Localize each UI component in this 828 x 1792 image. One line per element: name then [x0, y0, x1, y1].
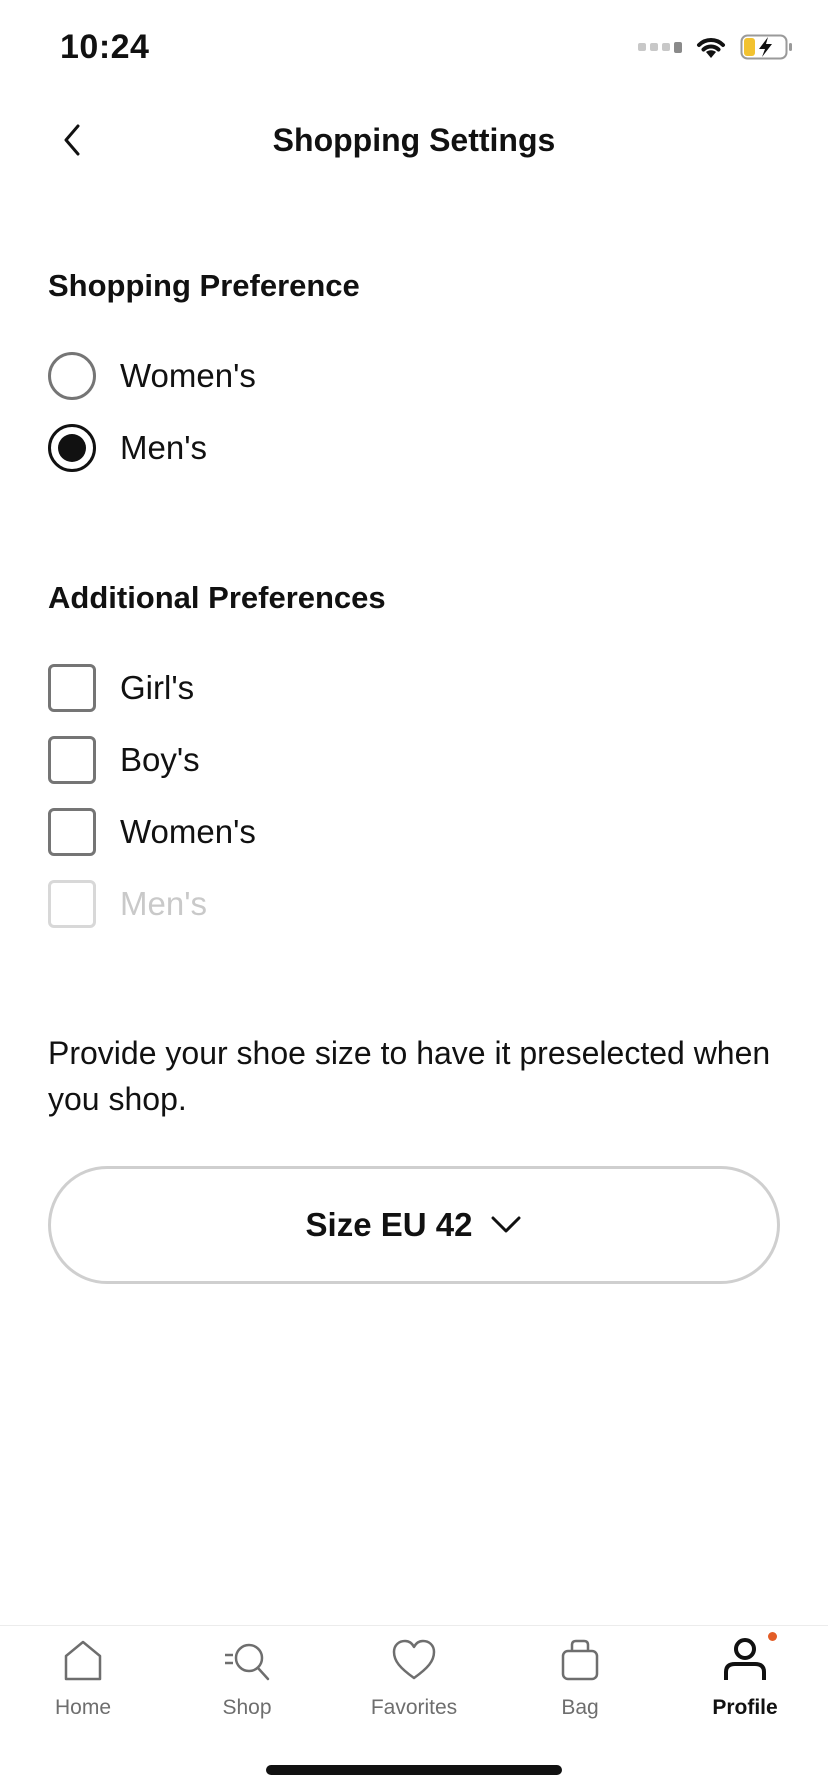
wifi-icon [697, 38, 725, 58]
tab-label: Home [54, 1696, 112, 1719]
shoe-size-helper-text: Provide your shoe size to have it presel… [48, 1035, 771, 1117]
notification-dot [768, 1632, 777, 1641]
checkbox-label: Girl's [120, 669, 195, 706]
tab-label: Profile [712, 1696, 778, 1719]
tab-profile[interactable]: Profile [675, 1632, 815, 1746]
shopping-preference-title: Shopping Preference [48, 268, 360, 303]
profile-icon [724, 1638, 766, 1680]
status-time: 10:24 [60, 28, 150, 66]
shoe-size-dropdown[interactable]: Size EU 42 [48, 1166, 780, 1284]
checkbox-option-girls[interactable]: Girl's [48, 663, 194, 713]
checkbox-label: Men's [120, 885, 207, 922]
checkbox-label: Women's [120, 813, 256, 850]
tab-favorites[interactable]: Favorites [344, 1636, 484, 1746]
checkbox-option-boys[interactable]: Boy's [48, 735, 200, 785]
additional-preferences-title: Additional Preferences [48, 580, 386, 615]
profile-icon-wrap [721, 1632, 777, 1684]
tab-shop[interactable]: Shop [177, 1636, 317, 1746]
cellular-signal-icon [638, 41, 682, 53]
status-bar: 10:24 [0, 0, 828, 100]
checkbox-disabled [48, 880, 96, 928]
checkbox[interactable] [48, 664, 96, 712]
tab-label: Favorites [370, 1696, 458, 1719]
checkbox-option-mens-disabled: Men's [48, 879, 207, 929]
heart-icon [392, 1639, 436, 1680]
home-indicator [266, 1765, 562, 1775]
tab-label: Shop [222, 1696, 272, 1719]
header: Shopping Settings [0, 100, 828, 180]
chevron-down-icon [491, 1216, 521, 1233]
radio-option-womens[interactable]: Women's [48, 351, 256, 401]
radio-label: Men's [120, 429, 207, 466]
shop-search-icon [225, 1643, 270, 1681]
checkbox[interactable] [48, 808, 96, 856]
radio-label: Women's [120, 357, 256, 394]
radio-button-selected[interactable] [48, 424, 96, 472]
battery-charging-icon [740, 34, 792, 60]
tab-label: Bag [561, 1696, 599, 1719]
radio-option-mens[interactable]: Men's [48, 423, 207, 473]
checkbox-label: Boy's [120, 741, 200, 778]
status-icons [638, 34, 794, 60]
page-title: Shopping Settings [272, 122, 556, 158]
bag-icon [561, 1639, 599, 1681]
home-icon [64, 1640, 102, 1681]
radio-dot [58, 434, 86, 462]
radio-button[interactable] [48, 352, 96, 400]
checkbox[interactable] [48, 736, 96, 784]
shoe-size-label: Size EU 42 [305, 1206, 473, 1243]
checkbox-option-womens[interactable]: Women's [48, 807, 256, 857]
tab-bag[interactable]: Bag [510, 1636, 650, 1746]
tab-home[interactable]: Home [13, 1636, 153, 1746]
